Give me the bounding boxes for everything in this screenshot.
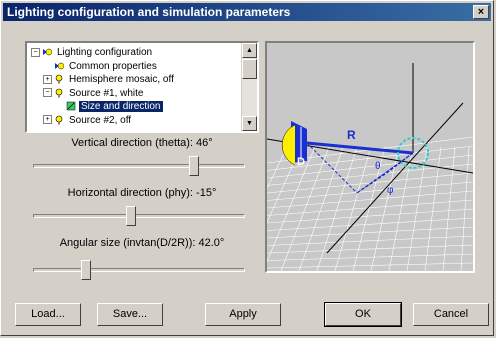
bulb-icon (54, 74, 67, 85)
tree-item[interactable]: − Lighting configuration (31, 46, 154, 59)
tree-item-label: Source #2, off (69, 114, 132, 126)
load-button[interactable]: Load... (15, 303, 81, 326)
expander-icon[interactable]: − (43, 88, 52, 98)
tree-item[interactable]: + Hemisphere mosaic, off (43, 73, 176, 86)
horizontal-direction-thumb[interactable] (125, 206, 136, 226)
bulb-icon (54, 88, 67, 99)
tree-item-label: Lighting configuration (57, 47, 153, 58)
ok-button[interactable]: OK (324, 302, 402, 327)
dialog-window: Lighting configuration and simulation pa… (0, 0, 494, 336)
tree-scrollbar[interactable]: ▲ ▼ (241, 43, 257, 131)
r-label: R (347, 128, 356, 142)
tree-item[interactable]: Size and direction (55, 100, 164, 113)
scroll-down-icon[interactable]: ▼ (242, 116, 257, 131)
vertical-direction-thumb[interactable] (189, 156, 200, 176)
cancel-button[interactable]: Cancel (413, 303, 489, 326)
title-bar[interactable]: Lighting configuration and simulation pa… (3, 3, 491, 21)
horizontal-direction-label: Horizontal direction (phy): -15° (67, 187, 217, 199)
save-button[interactable]: Save... (97, 303, 163, 326)
tree-item[interactable]: + Source #2, off (43, 114, 133, 127)
expander-icon[interactable]: + (43, 74, 52, 84)
bulb-icon (54, 115, 67, 126)
tree-item-label: Size and direction (78, 100, 164, 113)
angular-size-thumb[interactable] (81, 260, 91, 280)
lights-icon (54, 61, 67, 72)
angular-size-track[interactable] (33, 268, 245, 272)
scroll-up-icon[interactable]: ▲ (242, 43, 257, 58)
tree-item-label: Source #1, white (69, 87, 144, 99)
phi-label: φ (387, 185, 394, 196)
apply-button[interactable]: Apply (205, 303, 281, 326)
vertical-direction-label: Vertical direction (thetta): 46° (71, 137, 213, 149)
ruler-icon (66, 101, 79, 112)
tree-item-label: Hemisphere mosaic, off (69, 74, 174, 85)
horizontal-direction-track[interactable] (33, 214, 245, 218)
drop-line (306, 142, 358, 194)
expander-icon[interactable]: + (43, 115, 52, 125)
vertical-direction-track[interactable] (33, 164, 245, 168)
preview-viewport[interactable]: R D θ φ (265, 41, 475, 273)
slider-panel: Vertical direction (thetta): 46° Horizon… (25, 135, 259, 285)
tree-view[interactable]: − Lighting configuration Common properties… (25, 41, 259, 133)
tree-item[interactable]: Common properties (43, 60, 159, 73)
light-source-icon (281, 124, 296, 166)
depth-axis (326, 102, 464, 254)
tree-item[interactable]: − Source #1, white (43, 87, 146, 100)
lights-icon (42, 47, 55, 58)
theta-label: θ (375, 161, 381, 172)
expander-icon[interactable]: − (31, 47, 40, 57)
d-label: D (297, 156, 305, 168)
close-icon[interactable]: × (473, 5, 489, 19)
scroll-thumb[interactable] (242, 59, 257, 79)
tree-item-label: Common properties (69, 60, 157, 72)
window-title: Lighting configuration and simulation pa… (7, 5, 291, 19)
angular-size-label: Angular size (invtan(D/2R)): 42.0° (59, 237, 225, 249)
lighting-diagram: R D θ φ (267, 63, 473, 271)
